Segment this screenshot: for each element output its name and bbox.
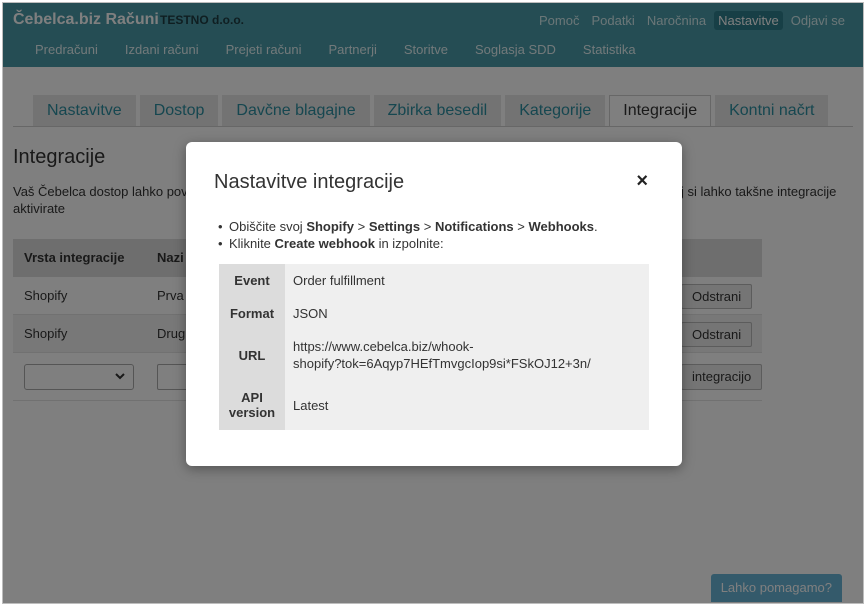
instruction-step-1: Obiščite svoj Shopify > Settings > Notif… bbox=[218, 218, 598, 235]
close-icon[interactable]: × bbox=[636, 170, 648, 192]
integration-settings-modal: Nastavitve integracije × Obiščite svoj S… bbox=[186, 142, 682, 466]
field-key: URL bbox=[219, 330, 285, 380]
field-key: API version bbox=[219, 380, 285, 430]
field-value: JSON bbox=[293, 306, 328, 321]
field-value: Order fulfillment bbox=[293, 273, 385, 288]
app-window: Čebelca.biz Računi TESTNO d.o.o. Pomoč P… bbox=[2, 2, 864, 604]
field-row-api-version: API version Latest bbox=[219, 380, 649, 430]
field-row-url: URL https://www.cebelca.biz/whook-shopif… bbox=[219, 330, 649, 380]
field-row-event: Event Order fulfillment bbox=[219, 264, 649, 297]
field-key: Event bbox=[219, 264, 285, 297]
field-key: Format bbox=[219, 297, 285, 330]
field-row-format: Format JSON bbox=[219, 297, 649, 330]
instructions: Obiščite svoj Shopify > Settings > Notif… bbox=[218, 218, 598, 252]
instruction-step-2: Kliknite Create webhook in izpolnite: bbox=[218, 235, 598, 252]
webhook-fields-table: Event Order fulfillment Format JSON URL … bbox=[219, 264, 649, 430]
field-value: Latest bbox=[293, 397, 329, 413]
modal-title: Nastavitve integracije bbox=[214, 171, 405, 193]
webhook-url: https://www.cebelca.biz/whook-shopify?to… bbox=[293, 339, 591, 371]
